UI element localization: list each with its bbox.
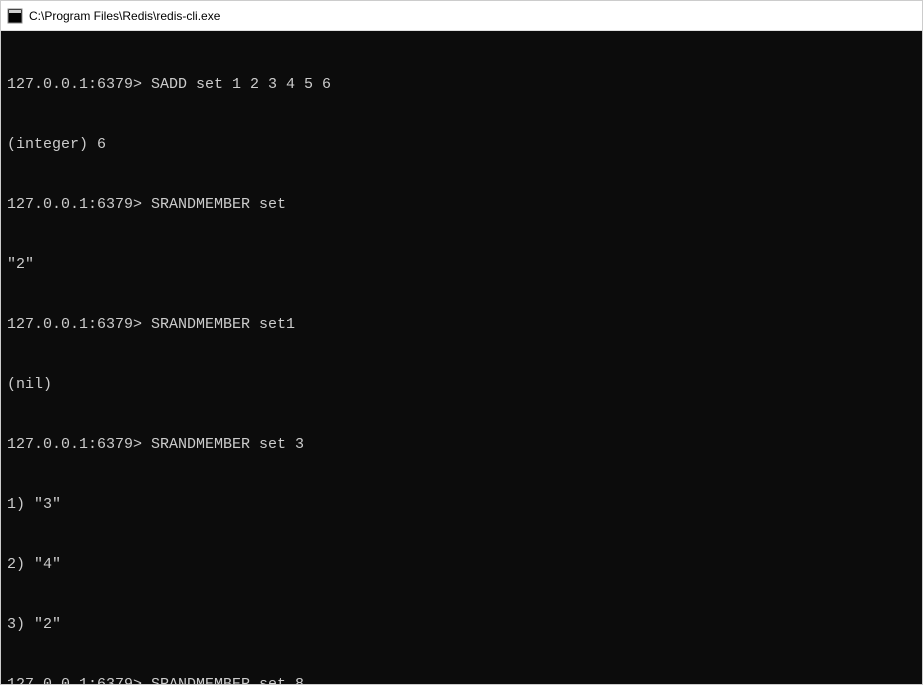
terminal-line: (nil) [7, 375, 916, 395]
terminal-line: 127.0.0.1:6379> SRANDMEMBER set1 [7, 315, 916, 335]
window-title: C:\Program Files\Redis\redis-cli.exe [29, 9, 220, 23]
terminal-line: 1) "3" [7, 495, 916, 515]
terminal-line: 127.0.0.1:6379> SADD set 1 2 3 4 5 6 [7, 75, 916, 95]
terminal-line: (integer) 6 [7, 135, 916, 155]
terminal-line: 127.0.0.1:6379> SRANDMEMBER set 3 [7, 435, 916, 455]
window: C:\Program Files\Redis\redis-cli.exe 127… [0, 0, 923, 685]
terminal[interactable]: 127.0.0.1:6379> SADD set 1 2 3 4 5 6 (in… [1, 31, 922, 684]
terminal-line: 2) "4" [7, 555, 916, 575]
terminal-line: 3) "2" [7, 615, 916, 635]
terminal-line: 127.0.0.1:6379> SRANDMEMBER set 8 [7, 675, 916, 684]
terminal-line: 127.0.0.1:6379> SRANDMEMBER set [7, 195, 916, 215]
titlebar[interactable]: C:\Program Files\Redis\redis-cli.exe [1, 1, 922, 31]
app-icon [7, 8, 23, 24]
terminal-line: "2" [7, 255, 916, 275]
